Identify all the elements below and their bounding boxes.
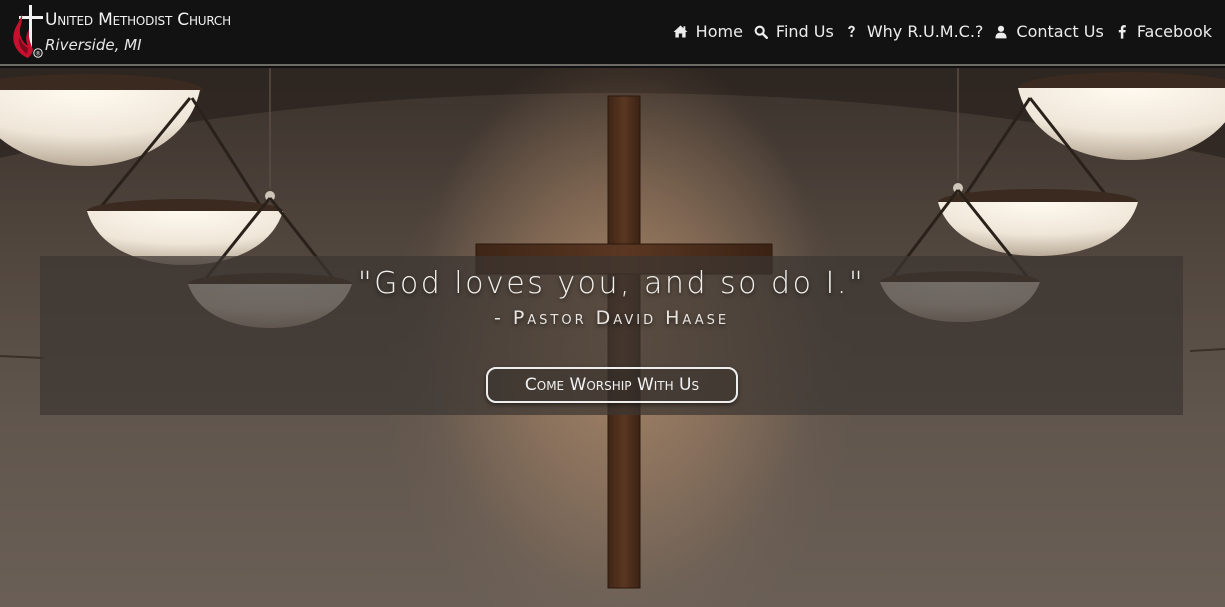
brand-link[interactable]: ® United Methodist Church Riverside, MI bbox=[10, 4, 300, 60]
search-icon bbox=[753, 23, 769, 41]
user-icon bbox=[993, 23, 1009, 41]
nav-home-label: Home bbox=[695, 22, 743, 41]
nav-facebook-label: Facebook bbox=[1136, 22, 1212, 41]
hero-section: "God loves you, and so do I." - Pastor D… bbox=[0, 68, 1225, 607]
home-icon bbox=[673, 23, 689, 41]
nav-why-rumc-label: Why R.U.M.C.? bbox=[866, 22, 984, 41]
cross-and-flame-icon: ® bbox=[13, 5, 43, 58]
registered-mark: ® bbox=[35, 51, 41, 58]
site-header: ® United Methodist Church Riverside, MI … bbox=[0, 0, 1225, 66]
come-worship-button[interactable]: Come Worship With Us bbox=[486, 367, 738, 403]
brand-location: Riverside, MI bbox=[45, 36, 142, 54]
nav-why-rumc[interactable]: Why R.U.M.C.? bbox=[844, 22, 984, 41]
brand-name: United Methodist Church bbox=[45, 10, 231, 30]
nav-contact-us[interactable]: Contact Us bbox=[993, 22, 1104, 41]
nav-facebook[interactable]: Facebook bbox=[1114, 22, 1212, 41]
facebook-icon bbox=[1114, 23, 1130, 41]
question-icon bbox=[844, 23, 860, 41]
quote-author: - Pastor David Haase bbox=[493, 307, 730, 329]
nav-contact-us-label: Contact Us bbox=[1016, 22, 1104, 41]
nav-home[interactable]: Home bbox=[673, 22, 743, 41]
quote-banner: "God loves you, and so do I." - Pastor D… bbox=[40, 256, 1183, 415]
hero-quote: "God loves you, and so do I." bbox=[357, 266, 866, 301]
nav-find-us-label: Find Us bbox=[775, 22, 834, 41]
nav-find-us[interactable]: Find Us bbox=[753, 22, 834, 41]
main-nav: Home Find Us Why R.U.M.C.? Contact Us Fa… bbox=[663, 22, 1212, 41]
